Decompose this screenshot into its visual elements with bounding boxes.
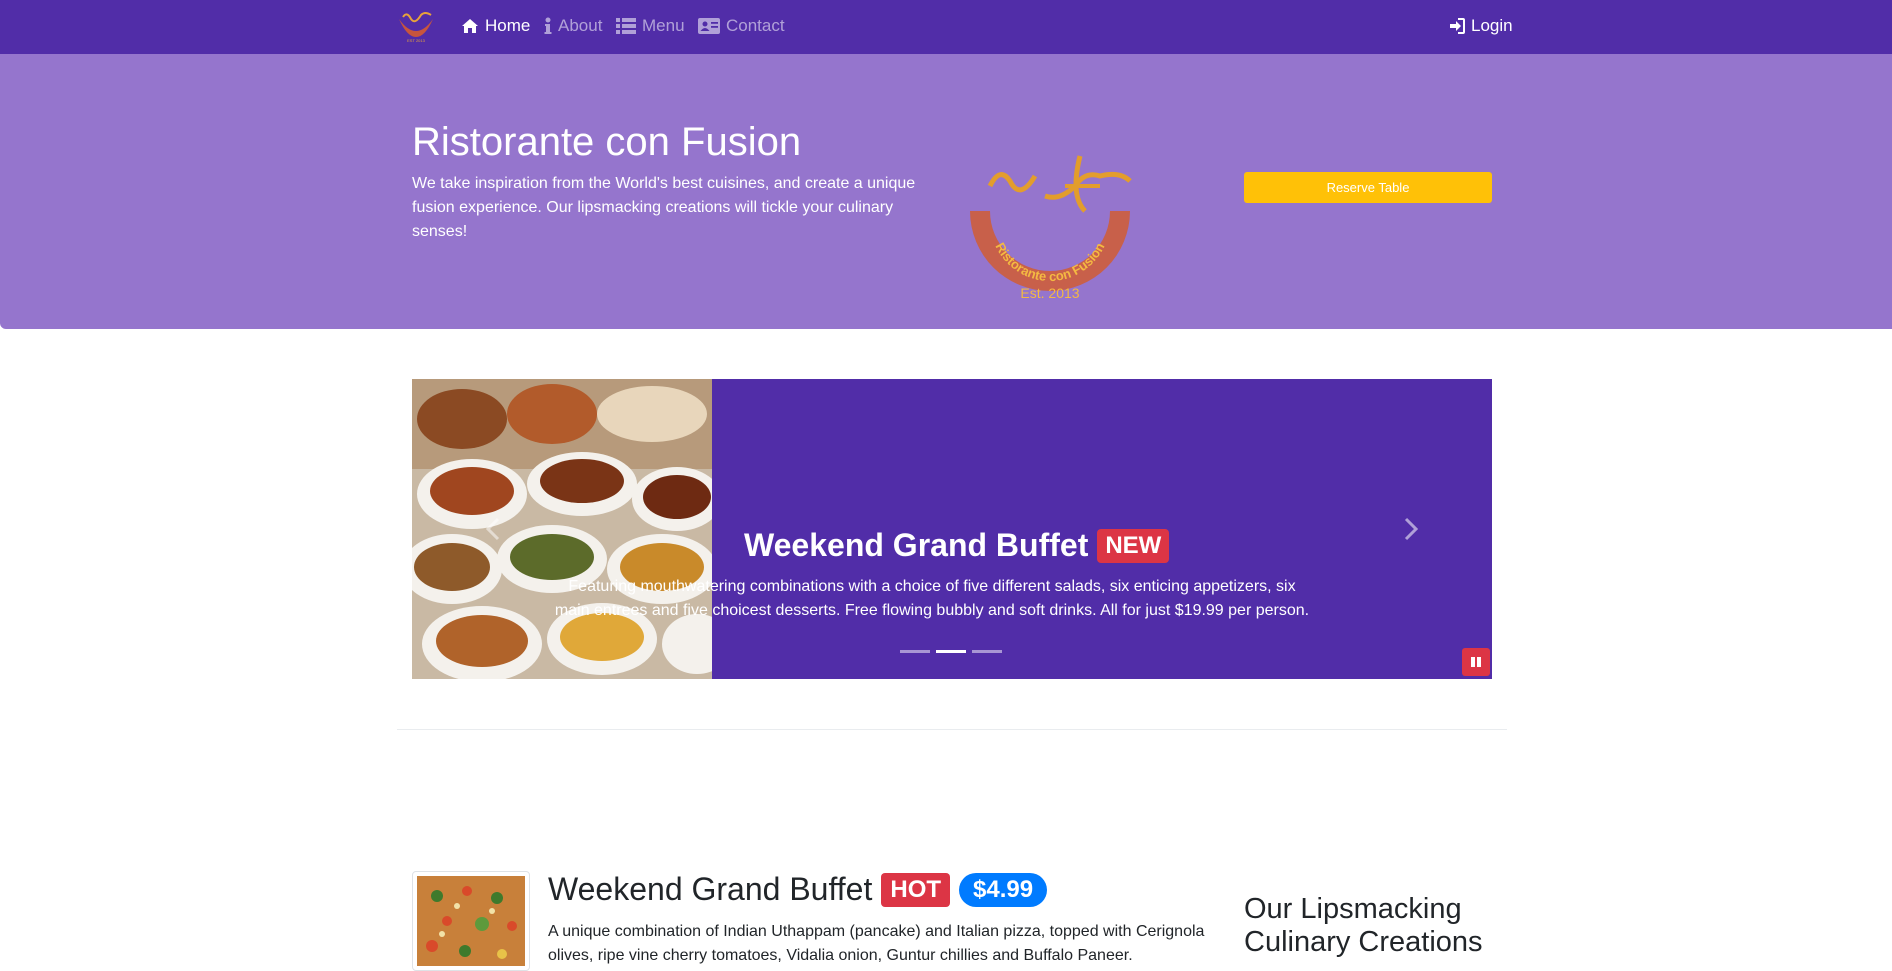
- carousel-pause-button[interactable]: [1462, 648, 1490, 676]
- home-icon: [462, 19, 478, 33]
- nav-menu-link[interactable]: Menu: [616, 14, 685, 38]
- carousel-indicator-2[interactable]: [936, 650, 966, 653]
- nav-home-label: Home: [485, 16, 531, 35]
- sign-in-icon: [1450, 18, 1465, 34]
- featured-dish-name: Weekend Grand Buffet: [548, 871, 873, 907]
- hero-description: We take inspiration from the World's bes…: [412, 175, 916, 240]
- featured-dish-title: Weekend Grand Buffet HOT $4.99: [548, 871, 1048, 908]
- carousel-caption: Featuring mouthwatering combinations wit…: [554, 578, 1310, 619]
- brand-logo[interactable]: EST 2013: [395, 9, 437, 43]
- promo-carousel: Weekend Grand Buffet NEW Featuring mouth…: [412, 379, 1492, 679]
- carousel-heading-text: Weekend Grand Buffet: [744, 527, 1089, 563]
- info-icon: [544, 17, 552, 34]
- carousel-next-icon[interactable]: [1400, 517, 1420, 541]
- list-icon: [616, 18, 636, 34]
- new-badge: NEW: [1097, 528, 1170, 563]
- sidebar-heading: Our Lipsmacking Culinary Creations: [1244, 893, 1483, 958]
- hero-jumbotron: Ristorante con Fusion We take inspiratio…: [0, 54, 1892, 329]
- hot-badge: HOT: [881, 872, 951, 907]
- logo-est-text: Est. 2013: [1020, 285, 1079, 301]
- section-divider: [397, 729, 1507, 730]
- carousel-prev-icon[interactable]: [484, 517, 504, 541]
- carousel-indicator-1[interactable]: [900, 650, 930, 653]
- buffet-image: [412, 379, 712, 679]
- nav-home-link[interactable]: Home: [461, 14, 530, 38]
- svg-text:EST 2013: EST 2013: [407, 38, 425, 43]
- restaurant-logo: Ristorante con Fusion Est. 2013: [970, 155, 1132, 301]
- address-card-icon: [698, 18, 720, 34]
- uthappizza-image: [417, 876, 525, 966]
- featured-dish-description: A unique combination of Indian Uthappam …: [548, 923, 1205, 964]
- hero-title: Ristorante con Fusion: [412, 120, 802, 164]
- nav-about-link[interactable]: About: [544, 14, 602, 38]
- pause-icon: [1471, 657, 1481, 667]
- price-badge: $4.99: [959, 872, 1048, 907]
- dish-thumbnail[interactable]: [412, 871, 530, 971]
- login-link[interactable]: Login: [1449, 14, 1513, 38]
- carousel-heading: Weekend Grand Buffet NEW: [744, 527, 1170, 564]
- nav-about-label: About: [558, 16, 603, 35]
- nav-menu-label: Menu: [642, 16, 685, 35]
- nav-contact-link[interactable]: Contact: [698, 14, 785, 38]
- top-navbar: EST 2013 Home About Menu Contact Login: [0, 0, 1892, 54]
- login-label: Login: [1471, 16, 1513, 35]
- nav-contact-label: Contact: [726, 16, 785, 35]
- carousel-indicator-3[interactable]: [972, 650, 1002, 653]
- reserve-table-button[interactable]: Reserve Table: [1244, 172, 1492, 203]
